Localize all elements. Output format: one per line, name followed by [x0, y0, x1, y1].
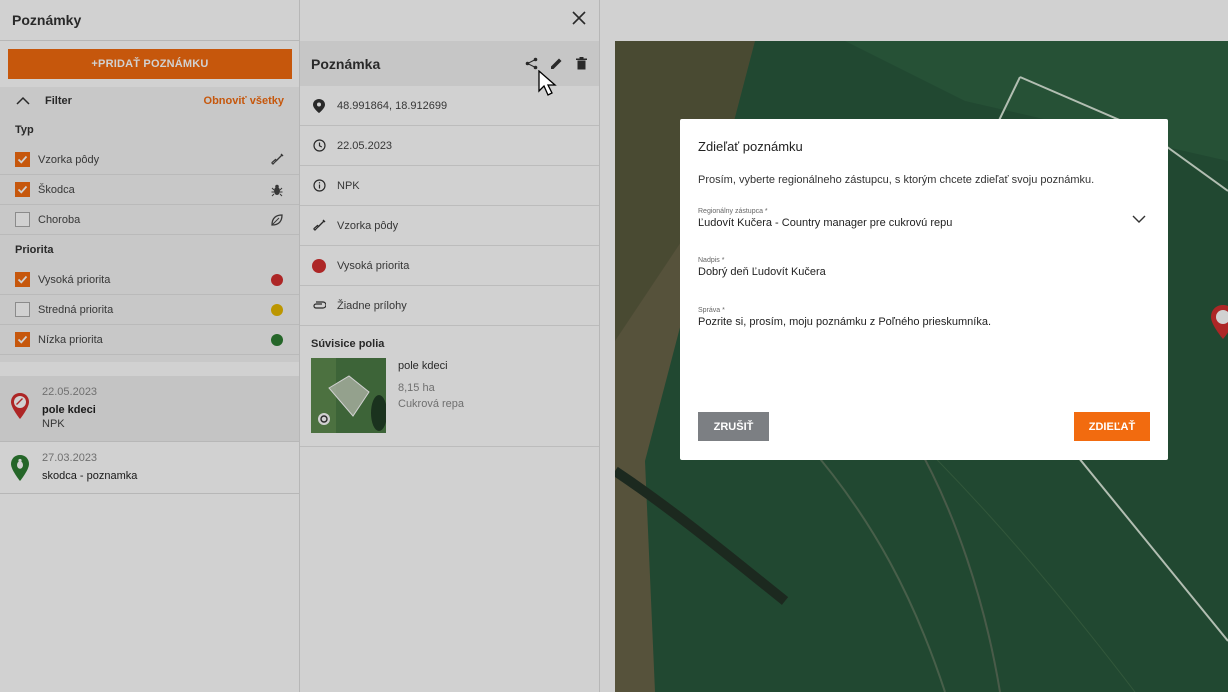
chevron-down-icon[interactable] [1132, 214, 1146, 224]
message-textarea[interactable]: Pozrite si, prosím, moju poznámku z Poľn… [698, 316, 1150, 328]
mouse-cursor-icon [538, 70, 557, 96]
message-label: Správa * [698, 307, 725, 314]
representative-label: Regionálny zástupca * [698, 208, 768, 215]
share-button[interactable]: ZDIEĽAŤ [1074, 412, 1150, 441]
subject-input[interactable]: Dobrý deň Ľudovít Kučera [698, 266, 1150, 278]
representative-select[interactable]: Regionálny zástupca * Ľudovít Kučera - C… [698, 208, 1150, 229]
dialog-description: Prosím, vyberte regionálneho zástupcu, s… [698, 174, 1095, 186]
cancel-button[interactable]: ZRUŠIŤ [698, 412, 769, 441]
representative-value[interactable]: Ľudovít Kučera - Country manager pre cuk… [698, 217, 1150, 229]
message-field[interactable]: Správa * Pozrite si, prosím, moju poznám… [698, 307, 1150, 328]
subject-label: Nadpis * [698, 257, 725, 264]
share-note-dialog: Zdieľať poznámku Prosím, vyberte regioná… [680, 119, 1168, 460]
subject-field[interactable]: Nadpis * Dobrý deň Ľudovít Kučera [698, 257, 1150, 278]
dialog-title: Zdieľať poznámku [698, 139, 803, 154]
